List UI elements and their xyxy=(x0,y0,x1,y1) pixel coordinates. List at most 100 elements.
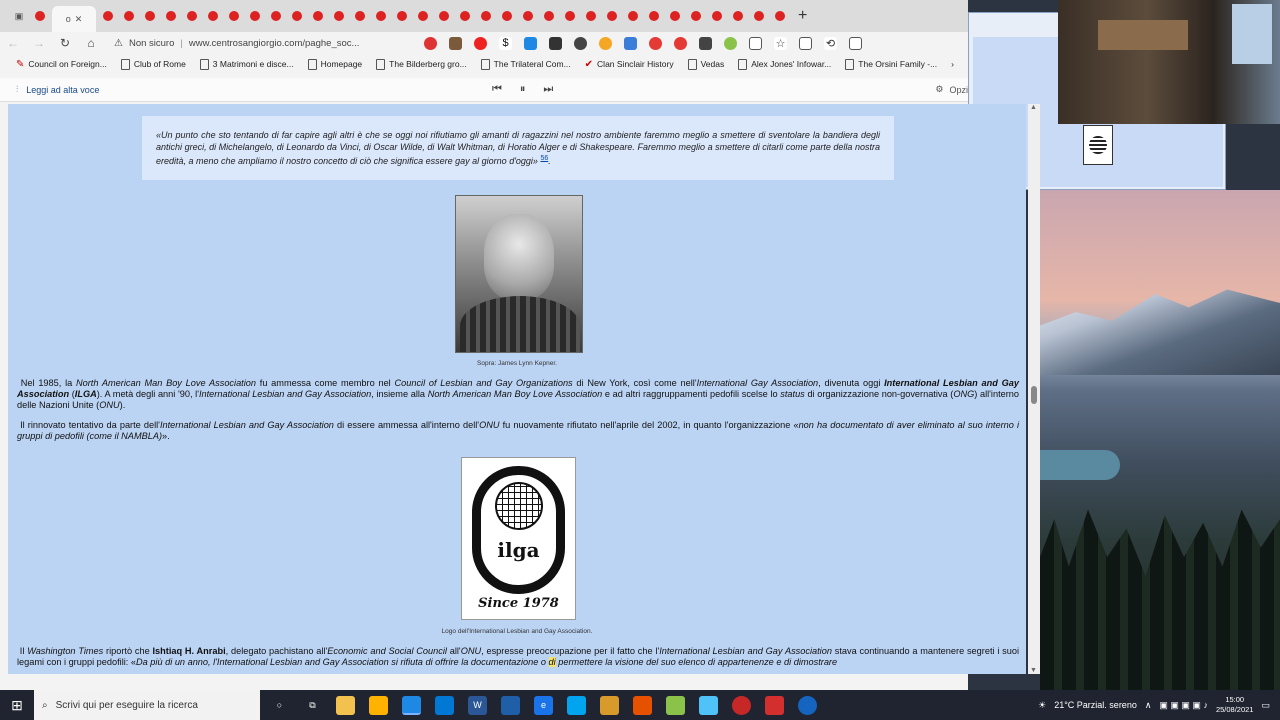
warning-icon[interactable]: ⚠ xyxy=(114,38,123,49)
browser-tab[interactable] xyxy=(729,7,747,25)
extension-icon[interactable] xyxy=(624,36,637,50)
bookmark-item[interactable]: Vedas xyxy=(687,58,724,70)
bookmark-item[interactable]: ✎ Council on Foreign... xyxy=(16,59,107,70)
page-scrollbar[interactable]: ▲ ▼ xyxy=(1028,104,1040,674)
browser-tab[interactable] xyxy=(141,7,159,25)
history-icon[interactable]: ⟲ xyxy=(824,36,837,50)
bookmark-item[interactable]: Alex Jones' Infowar... xyxy=(738,58,831,70)
weather-text[interactable]: 21°C Parzial. sereno xyxy=(1054,700,1137,710)
refresh-button[interactable]: ↻ xyxy=(52,36,78,50)
browser-tab[interactable] xyxy=(162,7,180,25)
windows-start-icon[interactable]: ⊞ xyxy=(0,690,34,720)
browser-tab[interactable] xyxy=(183,7,201,25)
app-icon[interactable] xyxy=(798,695,817,715)
browser-tab[interactable] xyxy=(351,7,369,25)
browser-tab[interactable] xyxy=(330,7,348,25)
bookmark-item[interactable]: Club of Rome xyxy=(120,58,186,70)
extension-icon[interactable] xyxy=(674,36,687,50)
favorites-icon[interactable]: ☆ xyxy=(774,36,787,50)
internet-explorer-icon[interactable]: e xyxy=(534,695,553,715)
tray-icons[interactable]: ▣ ▣ ▣ ▣ ♪ xyxy=(1159,700,1208,711)
scroll-up-icon[interactable]: ▲ xyxy=(1030,104,1037,111)
extension-icon[interactable] xyxy=(474,36,487,50)
browser-tab[interactable] xyxy=(309,7,327,25)
word-icon[interactable]: W xyxy=(468,695,487,715)
new-tab-button[interactable]: + xyxy=(798,7,807,25)
clock[interactable]: 15:00 25/08/2021 xyxy=(1216,695,1254,715)
home-button[interactable]: ⌂ xyxy=(78,36,104,50)
file-explorer-icon[interactable] xyxy=(336,695,355,715)
browser-tab[interactable] xyxy=(225,7,243,25)
task-view-icon[interactable]: ⧉ xyxy=(303,696,322,715)
previous-icon[interactable]: ⏮ xyxy=(492,83,502,96)
browser-tab[interactable] xyxy=(603,7,621,25)
dollar-icon[interactable]: $ xyxy=(499,36,512,50)
next-icon[interactable]: ⏭ xyxy=(543,83,553,96)
browser-tab[interactable] xyxy=(414,7,432,25)
browser-tab[interactable] xyxy=(393,7,411,25)
browser-tab[interactable] xyxy=(498,7,516,25)
read-aloud-options[interactable]: ⚙ Opzi xyxy=(935,84,968,95)
browser-tab[interactable] xyxy=(519,7,537,25)
weather-icon[interactable]: ☀ xyxy=(1038,700,1046,711)
url-text[interactable]: www.centrosangiorgio.com/paghe_soc... xyxy=(189,38,360,49)
browser-tab[interactable] xyxy=(204,7,222,25)
browser-tab[interactable] xyxy=(372,7,390,25)
browser-tab[interactable] xyxy=(540,7,558,25)
extension-icon[interactable] xyxy=(449,36,462,50)
bookmark-item[interactable]: The Bilderberg gro... xyxy=(376,58,467,70)
app-icon[interactable] xyxy=(501,695,520,715)
settings-icon[interactable] xyxy=(849,36,862,50)
bookmark-item[interactable]: 3 Matrimoni e disce... xyxy=(199,58,294,70)
edge-icon[interactable] xyxy=(402,695,421,715)
extension-icon[interactable] xyxy=(649,36,662,50)
browser-tab[interactable] xyxy=(120,7,138,25)
browser-tab[interactable] xyxy=(267,7,285,25)
notifications-icon[interactable]: ▭ xyxy=(1261,700,1270,711)
search-placeholder[interactable]: Scrivi qui per eseguire la ricerca xyxy=(56,700,198,711)
tray-chevron-icon[interactable]: ∧ xyxy=(1145,700,1152,711)
browser-tab[interactable] xyxy=(246,7,264,25)
folder-icon[interactable] xyxy=(600,695,619,715)
security-label[interactable]: Non sicuro xyxy=(129,38,174,49)
browser-tab[interactable] xyxy=(645,7,663,25)
app-icon[interactable] xyxy=(732,695,751,715)
browser-tab[interactable] xyxy=(561,7,579,25)
collections-icon[interactable] xyxy=(799,36,812,50)
browser-tab[interactable] xyxy=(750,7,768,25)
bookmark-item[interactable]: ✔ Clan Sinclair History xyxy=(585,59,674,70)
close-icon[interactable]: ✕ xyxy=(75,14,83,25)
extension-icon[interactable] xyxy=(549,36,562,50)
app-icon[interactable] xyxy=(633,695,652,715)
browser-tab[interactable] xyxy=(708,7,726,25)
cortana-icon[interactable]: ○ xyxy=(270,696,289,715)
mail-icon[interactable] xyxy=(435,695,454,715)
store-icon[interactable] xyxy=(369,695,388,715)
puzzle-icon[interactable] xyxy=(749,36,762,50)
browser-tab[interactable] xyxy=(477,7,495,25)
bookmark-item[interactable]: Homepage xyxy=(307,58,362,70)
extension-icon[interactable] xyxy=(724,36,737,50)
browser-tab[interactable] xyxy=(666,7,684,25)
app-icon[interactable] xyxy=(567,695,586,715)
browser-tab[interactable] xyxy=(31,7,49,25)
tab-actions-icon[interactable]: ▣ xyxy=(10,7,28,25)
taskbar-search[interactable]: ⌕ Scrivi qui per eseguire la ricerca xyxy=(34,690,260,720)
extension-icon[interactable] xyxy=(574,36,587,50)
browser-tab[interactable] xyxy=(456,7,474,25)
scrollbar-thumb[interactable] xyxy=(1031,386,1037,404)
extension-icon[interactable] xyxy=(699,36,712,50)
address-bar[interactable]: ⚠ Non sicuro | www.centrosangiorgio.com/… xyxy=(114,33,404,53)
chevron-right-icon[interactable]: › xyxy=(951,59,954,69)
browser-tab[interactable] xyxy=(771,7,789,25)
app-icon[interactable] xyxy=(765,695,784,715)
forward-button[interactable]: → xyxy=(26,36,52,50)
read-aloud-label[interactable]: ⫶ Leggi ad alta voce xyxy=(16,84,99,95)
browser-tab[interactable] xyxy=(687,7,705,25)
browser-tab[interactable] xyxy=(582,7,600,25)
extension-icon[interactable] xyxy=(524,36,537,50)
extension-icon[interactable] xyxy=(599,36,612,50)
scroll-down-icon[interactable]: ▼ xyxy=(1030,667,1037,674)
browser-tab[interactable] xyxy=(624,7,642,25)
pause-icon[interactable]: ⏸ xyxy=(520,83,526,96)
